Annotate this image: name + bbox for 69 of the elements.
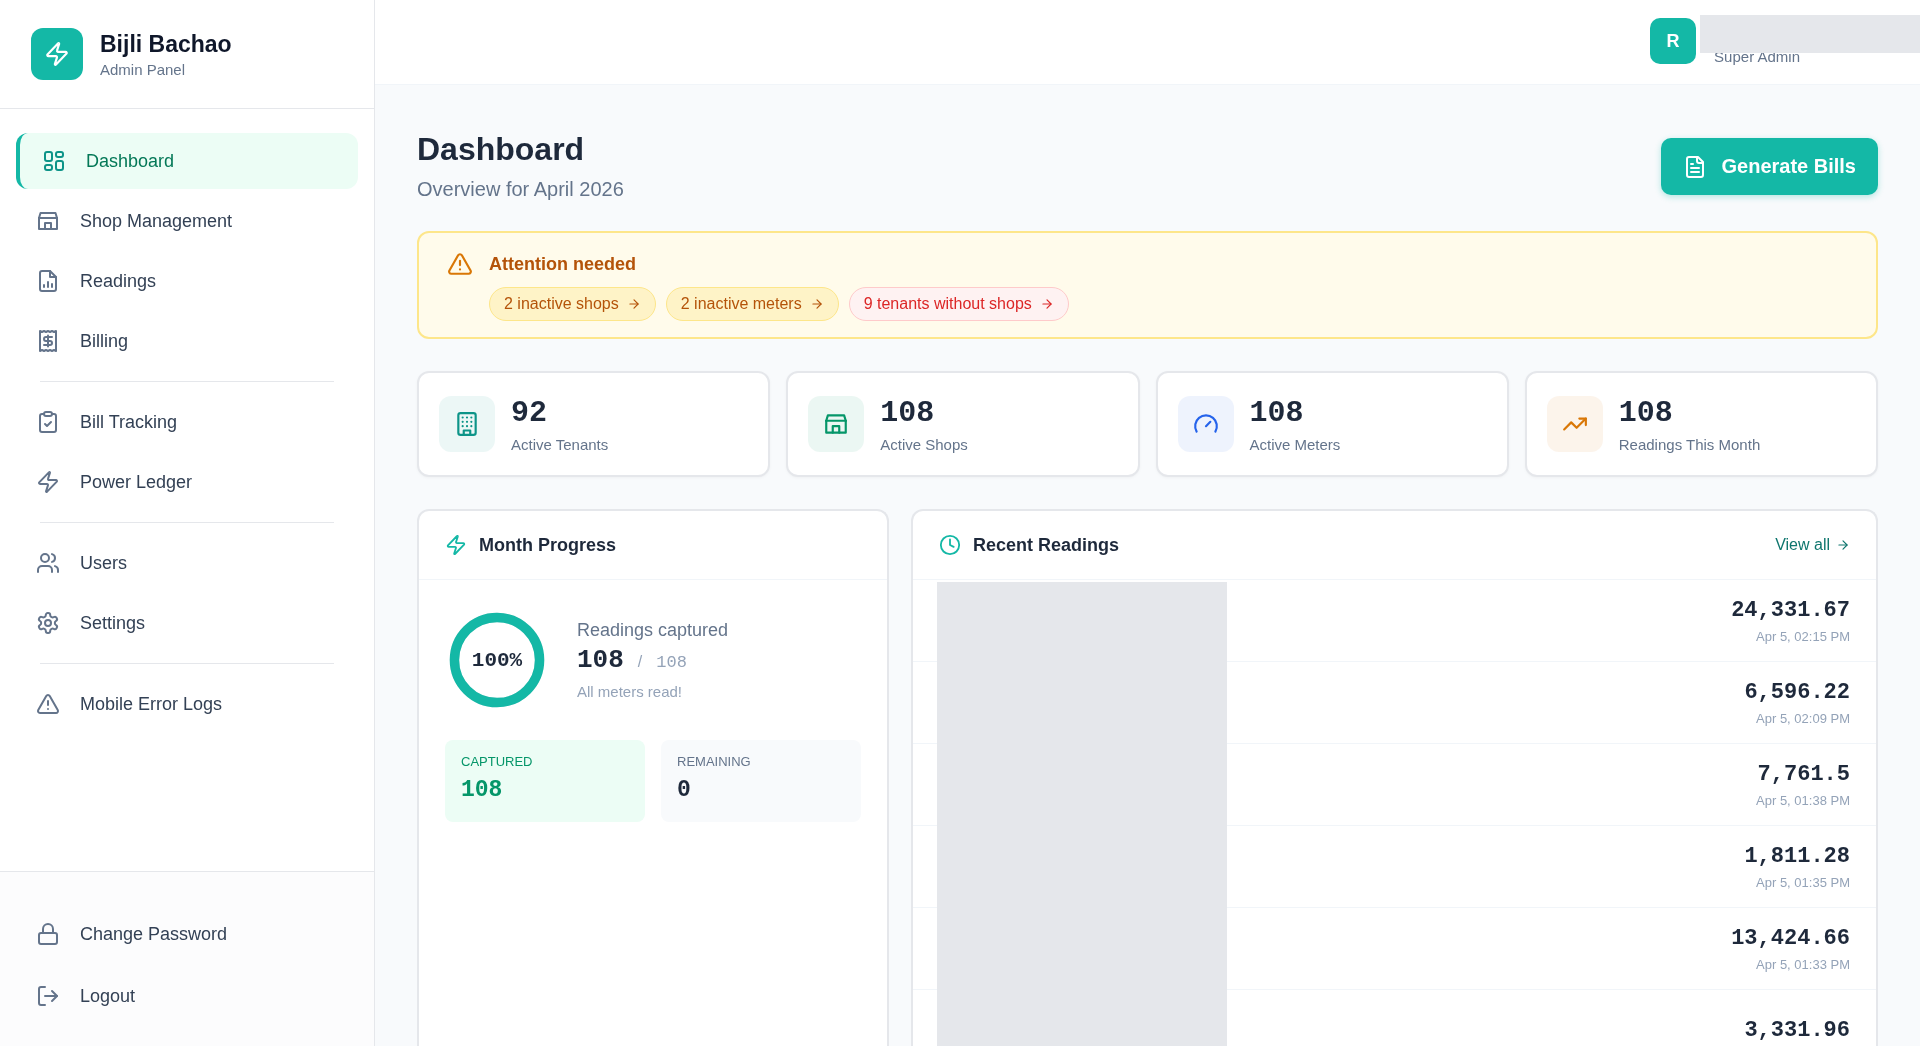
stat-value: 108 xyxy=(880,395,936,430)
alert-chip[interactable]: 2 inactive shops xyxy=(489,287,656,321)
tile-value: 0 xyxy=(677,777,692,803)
separator: / xyxy=(637,653,643,671)
reading-time: Apr 5, 01:33 PM xyxy=(1756,956,1850,972)
sidebar-item[interactable]: Mobile Error Logs xyxy=(16,676,358,732)
logout-icon xyxy=(36,984,60,1008)
reading-time: Apr 5, 02:15 PM xyxy=(1756,628,1850,644)
card-title: Recent Readings xyxy=(973,534,1120,556)
alert-title: Attention needed xyxy=(489,253,637,276)
sidebar-item[interactable]: Settings xyxy=(16,595,358,651)
sidebar-item[interactable]: Change Password xyxy=(16,906,358,962)
reading-time: Apr 5, 02:09 PM xyxy=(1756,710,1850,726)
tile-label: REMAINING xyxy=(677,754,752,769)
app-subtitle: Admin Panel xyxy=(100,60,187,78)
reading-value: 1,811.28 xyxy=(1744,843,1850,869)
reading-time: Apr 5, 01:38 PM xyxy=(1756,792,1850,808)
reading-value: 24,331.67 xyxy=(1731,597,1850,623)
page-subtitle: Overview for April 2026 xyxy=(417,178,624,201)
settings-icon xyxy=(36,611,60,635)
tile-value: 108 xyxy=(461,777,504,803)
card-title: Month Progress xyxy=(479,534,616,556)
arrow-right-icon xyxy=(626,297,641,311)
users-icon xyxy=(36,551,60,575)
stat-value: 108 xyxy=(1249,395,1305,430)
progress-percent: 100% xyxy=(471,648,523,672)
arrow-right-icon xyxy=(809,297,824,311)
lightning-icon xyxy=(445,534,467,556)
sidebar-item[interactable]: Readings xyxy=(16,253,358,309)
dashboard-grid-icon xyxy=(42,149,66,173)
progress-note: All meters read! xyxy=(577,683,684,700)
sidebar-item[interactable]: Billing xyxy=(16,313,358,369)
clock-icon xyxy=(939,534,961,556)
sidebar-item[interactable]: Shop Management xyxy=(16,193,358,249)
progress-caption: Readings captured xyxy=(577,620,729,641)
stat-value: 108 xyxy=(1618,395,1674,430)
sidebar-item[interactable]: Users xyxy=(16,535,358,591)
sidebar-item[interactable]: Bill Tracking xyxy=(16,394,358,450)
reading-value: 6,596.22 xyxy=(1744,679,1850,705)
alert-chip[interactable]: 9 tenants without shops xyxy=(848,287,1069,321)
warning-icon xyxy=(36,692,60,716)
stat-label: Readings This Month xyxy=(1618,435,1761,453)
view-all-link[interactable]: View all xyxy=(1775,536,1850,554)
lightning-icon xyxy=(44,41,70,67)
sidebar-item[interactable]: Dashboard xyxy=(16,133,358,189)
stat-label: Active Shops xyxy=(880,435,968,453)
page-title: Dashboard xyxy=(417,131,586,168)
clipboard-check-icon xyxy=(36,410,60,434)
sidebar-item[interactable]: Power Ledger xyxy=(16,454,358,510)
lock-icon xyxy=(36,922,60,946)
stat-value: 92 xyxy=(511,395,548,430)
tile-label: CAPTURED xyxy=(461,754,534,769)
sidebar-item[interactable]: Logout xyxy=(16,968,358,1024)
reading-value: 7,761.5 xyxy=(1757,761,1850,787)
store-icon xyxy=(36,209,60,233)
stat-label: Active Tenants xyxy=(511,435,609,453)
lightning-icon xyxy=(36,470,60,494)
stat-label: Active Meters xyxy=(1249,435,1341,453)
warning-icon xyxy=(447,251,473,277)
alert-chip[interactable]: 2 inactive meters xyxy=(665,287,839,321)
receipt-icon xyxy=(36,329,60,353)
reading-value: 3,331.96 xyxy=(1744,1018,1850,1043)
document-chart-icon xyxy=(36,269,60,293)
reading-time: Apr 5, 01:35 PM xyxy=(1756,874,1850,890)
reading-value: 13,424.66 xyxy=(1731,925,1850,951)
app-name: Bijli Bachao xyxy=(100,30,232,58)
user-role: Super Admin xyxy=(1714,47,1800,65)
total-count: 108 xyxy=(656,653,687,672)
captured-count: 108 xyxy=(577,645,624,675)
